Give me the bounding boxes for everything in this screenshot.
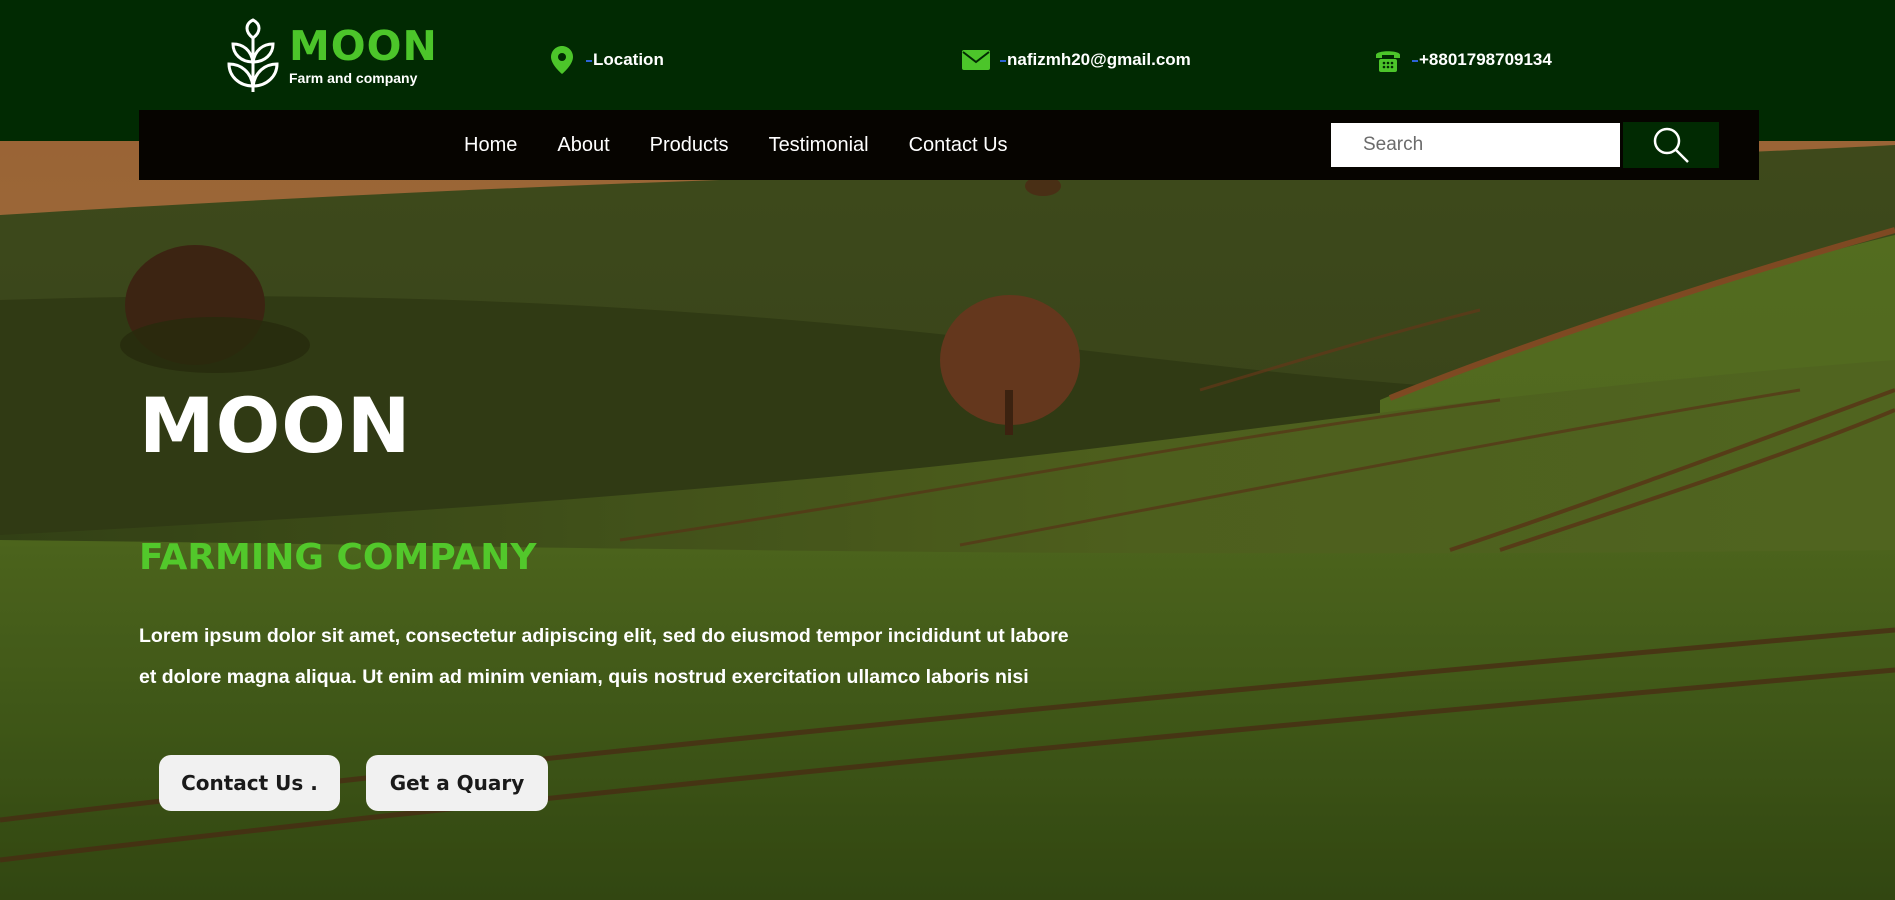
nav-item-testimonial[interactable]: Testimonial: [769, 134, 869, 157]
get-a-quary-button[interactable]: Get a Quary: [366, 755, 548, 811]
brand-tagline: Farm and company: [289, 70, 418, 86]
telephone-icon: [1374, 46, 1402, 74]
link-marker: [586, 60, 592, 62]
hero-title: MOON: [139, 381, 412, 470]
nav-menu: Home About Products Testimonial Contact …: [464, 110, 1048, 180]
search-icon: [1653, 127, 1689, 163]
leaf-logo-icon: [227, 18, 279, 92]
nav-item-home[interactable]: Home: [464, 134, 517, 157]
search-input[interactable]: [1331, 123, 1620, 167]
nav-item-contact-us[interactable]: Contact Us: [909, 134, 1008, 157]
contact-phone-text: +8801798709134: [1419, 50, 1552, 69]
contact-phone[interactable]: +8801798709134: [1374, 46, 1552, 74]
contact-email-text: nafizmh20@gmail.com: [1007, 50, 1191, 69]
contact-location-text: Location: [593, 50, 664, 69]
nav-item-about[interactable]: About: [557, 134, 609, 157]
envelope-icon: [962, 46, 990, 74]
contact-us-button[interactable]: Contact Us .: [159, 755, 340, 811]
link-marker: [1412, 60, 1418, 62]
nav-item-products[interactable]: Products: [650, 134, 729, 157]
search-button[interactable]: [1623, 122, 1719, 168]
hero-description: Lorem ipsum dolor sit amet, consectetur …: [139, 616, 1149, 698]
hero-description-line: Lorem ipsum dolor sit amet, consectetur …: [139, 625, 1069, 647]
main-navbar: Home About Products Testimonial Contact …: [139, 110, 1759, 180]
brand-name: MOON: [289, 22, 438, 70]
hero-subtitle: FARMING COMPANY: [139, 537, 537, 578]
brand-logo[interactable]: MOON Farm and company: [225, 18, 438, 94]
hero-description-line: et dolore magna aliqua. Ut enim ad minim…: [139, 666, 1029, 688]
map-pin-icon: [548, 46, 576, 74]
contact-email[interactable]: nafizmh20@gmail.com: [962, 46, 1191, 74]
link-marker: [1000, 60, 1006, 62]
contact-location[interactable]: Location: [548, 46, 664, 74]
